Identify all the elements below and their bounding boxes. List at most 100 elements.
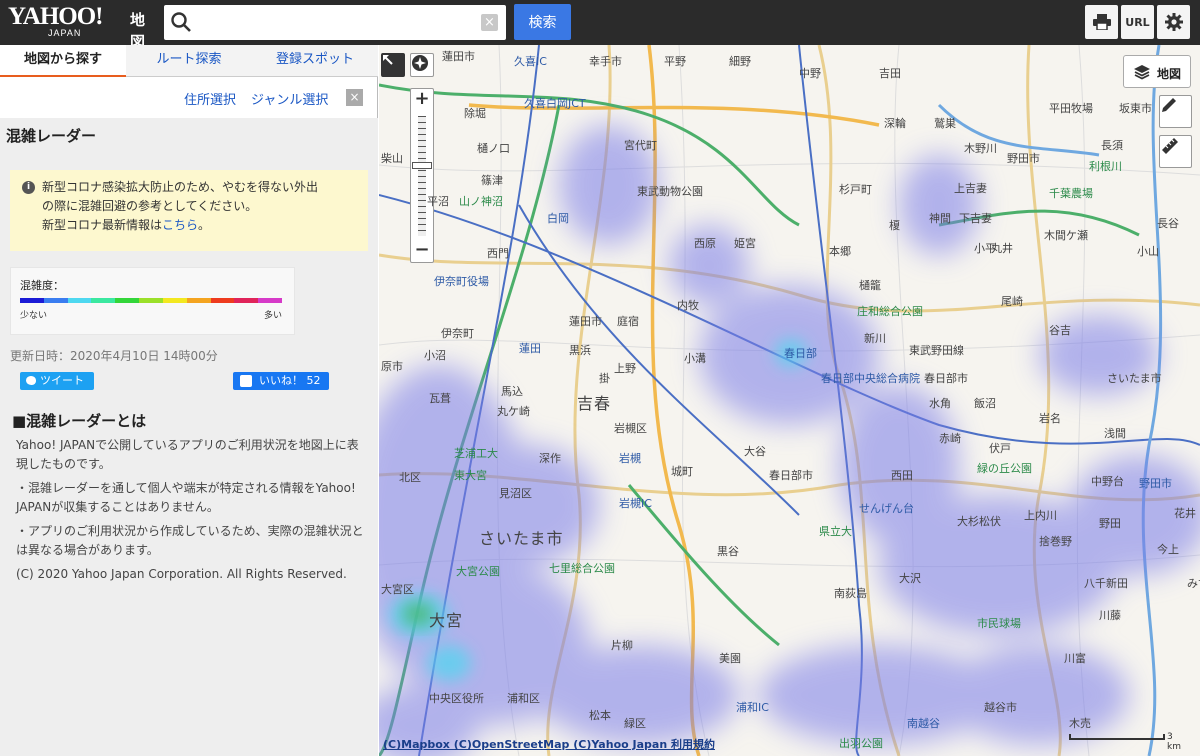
- map-place-label: 緑区: [624, 717, 646, 730]
- map-place-label: 大宮区: [381, 583, 414, 596]
- map-place-label: 南越谷: [907, 717, 940, 730]
- map-place-label: 掛: [599, 372, 610, 385]
- map-place-label: 鷲巣: [934, 117, 956, 130]
- map-place-label: 浦和IC: [736, 701, 769, 714]
- map-place-label: 野田: [1099, 517, 1121, 530]
- copyright-text: (C) 2020 Yahoo Japan Corporation. All Ri…: [16, 567, 347, 581]
- map-place-label: 大谷: [744, 445, 766, 458]
- map-place-label: 中野台: [1091, 475, 1124, 488]
- expand-panel-button[interactable]: [381, 53, 405, 77]
- map-place-label: 丸ケ崎: [497, 405, 530, 418]
- header-bar: YAHOO! JAPAN 地図 × 検索 URL: [0, 0, 1200, 51]
- zoom-slider[interactable]: [412, 115, 432, 236]
- address-select-link[interactable]: 住所選択: [184, 89, 236, 108]
- like-button[interactable]: いいね！ 52: [233, 372, 329, 390]
- zoom-control: + −: [410, 88, 434, 263]
- map-place-label: 黒浜: [569, 344, 591, 357]
- page-title: 混雑レーダー: [6, 127, 97, 145]
- map-place-label: 岩槻: [619, 452, 641, 465]
- draw-button[interactable]: [1159, 95, 1192, 128]
- covid-info-link[interactable]: こちら: [162, 218, 198, 232]
- measure-button[interactable]: [1159, 135, 1192, 168]
- map-place-label: 城町: [671, 465, 693, 478]
- map-place-label: 春日部中央総合病院: [821, 372, 920, 385]
- print-button[interactable]: [1085, 5, 1118, 39]
- tweet-button[interactable]: ツイート: [20, 372, 94, 390]
- thumbs-up-icon: [240, 375, 252, 387]
- map-place-label: 坂東市: [1119, 102, 1152, 115]
- map-place-label: 伊奈町: [441, 327, 474, 340]
- zoom-slider-handle[interactable]: [412, 161, 432, 169]
- map-place-label: 中央区役所: [429, 692, 484, 705]
- updated-time: 更新日時：2020年4月10日 14時00分: [10, 349, 218, 363]
- map-place-label: 内牧: [677, 299, 699, 312]
- url-button[interactable]: URL: [1121, 5, 1154, 39]
- map-place-label: 片柳: [611, 639, 633, 652]
- close-panel-icon[interactable]: ×: [346, 89, 363, 106]
- map-place-label: 西門: [487, 247, 509, 260]
- map-place-label: 岩名: [1039, 412, 1061, 425]
- map-place-label: 大宮: [429, 611, 464, 630]
- map-place-label: 水角: [929, 397, 951, 410]
- tab-saved-spots[interactable]: 登録スポット: [252, 45, 378, 77]
- map-place-label: 越谷市: [984, 701, 1017, 714]
- map-place-label: 春日部市: [769, 469, 813, 482]
- map-place-label: 榎: [889, 219, 900, 232]
- map-place-label: 神間: [929, 212, 951, 225]
- current-location-button[interactable]: [410, 53, 434, 77]
- settings-button[interactable]: [1157, 5, 1190, 39]
- map-place-label: 川富: [1064, 652, 1086, 665]
- map-place-label: 今上: [1157, 543, 1179, 556]
- map-place-label: さいたま市: [1107, 372, 1162, 385]
- map-place-label: 川藤: [1099, 609, 1121, 622]
- map-place-label: 捨巻野: [1039, 535, 1072, 548]
- map-place-label: 中野: [799, 67, 821, 80]
- map-place-label: 伊奈町役場: [434, 275, 489, 288]
- zoom-in-button[interactable]: +: [411, 89, 433, 111]
- map-place-label: 平沼: [427, 195, 449, 208]
- map-place-label: 八千新田: [1084, 577, 1128, 590]
- map-place-label: 飯沼: [974, 397, 996, 410]
- map-place-label: 久喜白岡JCT: [524, 97, 586, 110]
- clear-search-icon[interactable]: ×: [481, 14, 498, 31]
- tab-route-search[interactable]: ルート探索: [126, 45, 252, 77]
- map-place-label: 尾崎: [1001, 295, 1023, 308]
- legend-swatch: [258, 298, 282, 303]
- map-layer-button[interactable]: 地図: [1123, 55, 1191, 88]
- map-place-label: 赤崎: [939, 432, 961, 445]
- genre-select-link[interactable]: ジャンル選択: [251, 89, 328, 108]
- map-place-label: 緑の丘公園: [977, 462, 1032, 475]
- zoom-out-button[interactable]: −: [411, 240, 433, 262]
- map-place-label: 大宮公園: [456, 565, 500, 578]
- pencil-icon: [1162, 98, 1176, 112]
- map-place-label: 蓮田市: [442, 50, 475, 63]
- map-place-label: 大沢: [899, 572, 921, 585]
- map-place-label: 黒谷: [717, 545, 739, 558]
- legend-swatch: [186, 298, 211, 303]
- about-heading: ■混雑レーダーとは: [12, 412, 147, 430]
- logo-text: YAHOO!: [8, 3, 103, 30]
- like-label: いいね！ 52: [259, 374, 321, 387]
- map-place-label: 木売: [1069, 717, 1091, 730]
- map-place-label: 南荻島: [834, 587, 867, 600]
- legend-swatch: [43, 298, 68, 303]
- printer-icon: [1092, 14, 1111, 30]
- search-input[interactable]: [198, 9, 468, 36]
- map-place-label: 姫宮: [734, 237, 756, 250]
- yahoo-logo[interactable]: YAHOO! JAPAN 地図: [8, 3, 145, 51]
- map-place-label: 宮代町: [624, 139, 657, 152]
- map-place-label: 平田牧場: [1049, 102, 1093, 115]
- map-place-label: さいたま市: [479, 529, 564, 548]
- map-place-label: 本郷: [829, 245, 851, 258]
- map-place-label: 深作: [539, 452, 561, 465]
- map-place-label: 東武動物公園: [637, 185, 703, 198]
- map-place-label: 小溝: [684, 352, 706, 365]
- tab-map-search[interactable]: 地図から探す: [0, 45, 126, 77]
- search-button[interactable]: 検索: [514, 4, 571, 40]
- map-place-label: 小山: [1137, 245, 1159, 258]
- map-canvas[interactable]: + − 地図 蓮田市 久喜IC 幸手市 平野 細野 中野 吉田 平田牧場 坂東市 宮代町 除堀 久喜白…: [379, 45, 1200, 756]
- map-attribution[interactable]: (C)Mapbox (C)OpenStreetMap (C)Yahoo Japa…: [383, 736, 715, 752]
- map-place-label: 出羽公園: [839, 737, 883, 750]
- notice-end: 。: [198, 218, 211, 232]
- legend-low-label: 少ない: [20, 311, 48, 321]
